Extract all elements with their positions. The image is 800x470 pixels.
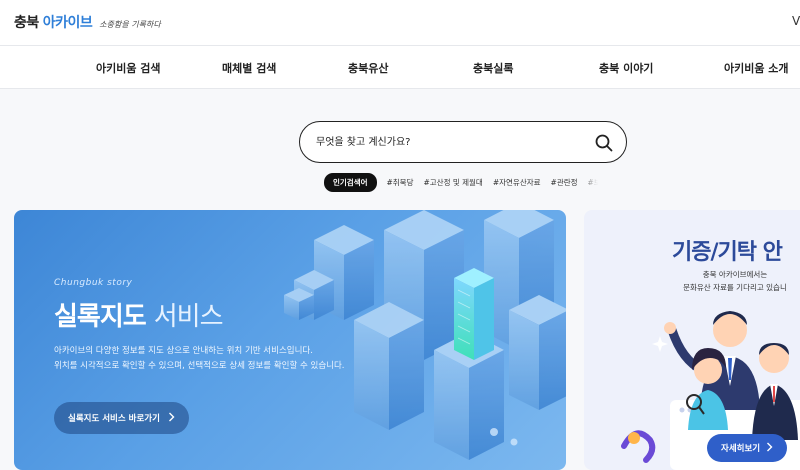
- keywords-fade: [580, 170, 610, 194]
- header-edge-text[interactable]: V: [792, 14, 800, 28]
- donation-description: 충북 아카이브에서는 문화유산 자료를 기다리고 있습니: [660, 268, 800, 294]
- donation-title: 기증/기탁 안: [672, 240, 783, 265]
- banner-title: 실록지도 서비스: [54, 296, 224, 333]
- chevron-right-icon: [168, 412, 175, 425]
- banner-description: 아카이브의 다양한 정보를 지도 상으로 안내하는 위치 기반 서비스입니다. …: [54, 344, 345, 374]
- search-input[interactable]: [316, 133, 586, 151]
- banner-map-service[interactable]: Chungbuk story 실록지도 서비스 아카이브의 다양한 정보를 지도…: [14, 210, 566, 470]
- banner-title-bold: 실록지도: [54, 302, 147, 332]
- nav-item-about[interactable]: 아키비움 소개: [724, 60, 789, 76]
- search-bar: [299, 121, 627, 163]
- nav-item-annals[interactable]: 충북실록: [473, 60, 513, 76]
- map-service-button[interactable]: 실록지도 서비스 바로가기: [54, 402, 189, 434]
- logo-slogan: 소중함을 기록하다: [99, 20, 161, 29]
- site-logo[interactable]: 충북 아카이브 소중함을 기록하다: [14, 12, 161, 32]
- donation-desc-line: 충북 아카이브에서는: [702, 270, 768, 279]
- keyword-link[interactable]: #고산정 및 제월대: [423, 177, 482, 188]
- nav-item-archive-search[interactable]: 아키비움 검색: [96, 60, 161, 76]
- nav-item-media-search[interactable]: 매체별 검색: [222, 60, 276, 76]
- top-header: 충북 아카이브 소중함을 기록하다 V: [0, 0, 800, 46]
- banner-desc-line: 위치를 시각적으로 확인할 수 있으며, 선택적으로 상세 정보를 확인할 수 …: [54, 361, 345, 371]
- banner-title-light: 서비스: [153, 302, 224, 332]
- banner-desc-line: 아카이브의 다양한 정보를 지도 상으로 안내하는 위치 기반 서비스입니다.: [54, 346, 313, 356]
- map-service-button-label: 실록지도 서비스 바로가기: [68, 414, 160, 424]
- nav-item-stories[interactable]: 충북 이야기: [599, 60, 653, 76]
- search-icon[interactable]: [594, 133, 614, 153]
- banner-donation[interactable]: 기증/기탁 안 충북 아카이브에서는 문화유산 자료를 기다리고 있습니 자세히…: [584, 210, 800, 470]
- keyword-link[interactable]: #자연유산자료: [493, 177, 541, 188]
- banner-eyebrow: Chungbuk story: [54, 278, 133, 288]
- chevron-right-icon: [766, 442, 773, 455]
- donation-detail-button-label: 자세히보기: [721, 444, 761, 454]
- popular-keywords: 인기검색어 #취묵당 #고산정 및 제월대 #자연유산자료 #관란정 #보: [324, 172, 601, 192]
- main-nav: 아키비움 검색 매체별 검색 충북유산 충북실록 충북 이야기 아키비움 소개: [0, 46, 800, 89]
- keyword-link[interactable]: #관란정: [551, 177, 578, 188]
- donation-detail-button[interactable]: 자세히보기: [707, 434, 788, 462]
- nav-item-heritage[interactable]: 충북유산: [348, 60, 388, 76]
- popular-keywords-badge: 인기검색어: [324, 172, 377, 192]
- logo-main-text: 충북: [14, 15, 39, 31]
- keyword-link[interactable]: #취묵당: [387, 177, 414, 188]
- donation-desc-line: 문화유산 자료를 기다리고 있습니: [683, 283, 787, 292]
- logo-accent-text: 아카이브: [42, 15, 93, 31]
